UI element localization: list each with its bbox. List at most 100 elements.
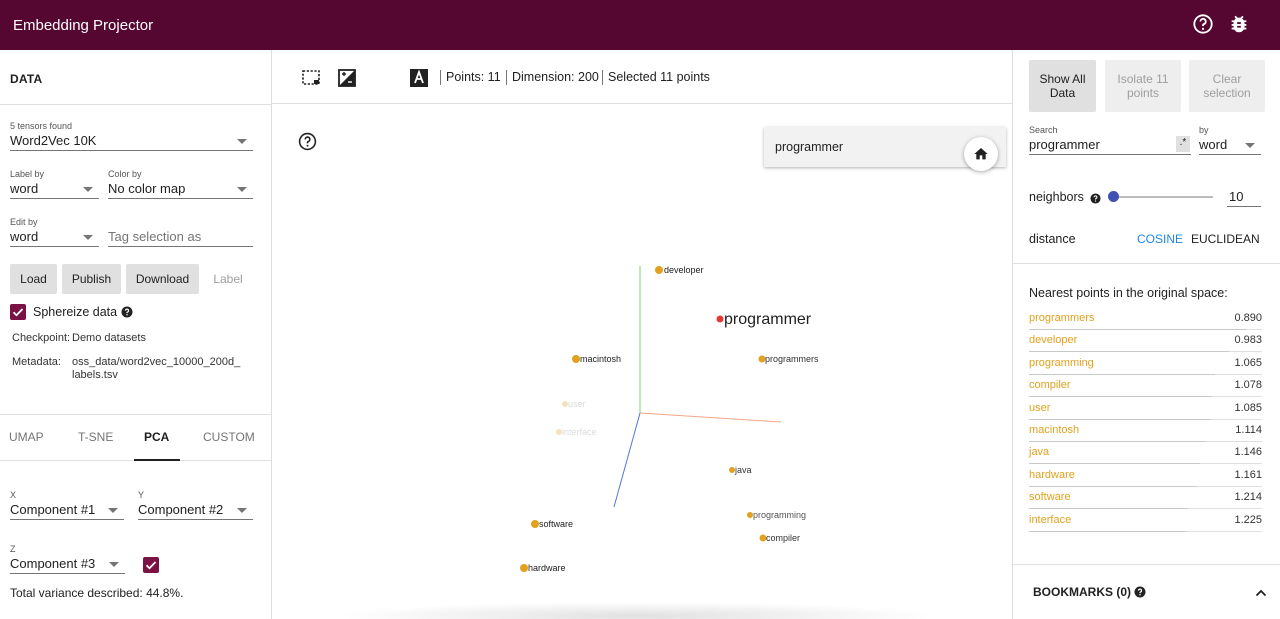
help-icon[interactable] <box>121 305 133 323</box>
show-all-data-button[interactable]: Show All Data <box>1029 60 1096 112</box>
nearest-point-word[interactable]: hardware <box>1029 469 1075 481</box>
nearest-point-row[interactable]: macintosh 1.114 <box>1029 420 1262 442</box>
regex-toggle-button[interactable]: .* <box>1176 136 1190 152</box>
night-mode-icon[interactable] <box>337 68 357 88</box>
search-input[interactable]: Search programmer .* <box>1029 125 1191 155</box>
label-by-label: Label by <box>10 169 45 179</box>
nearest-point-row[interactable]: java 1.146 <box>1029 442 1262 465</box>
color-by-select[interactable]: Color by No color map <box>108 169 253 199</box>
chevron-up-icon[interactable] <box>1255 586 1267 604</box>
point-user[interactable]: user <box>562 399 586 409</box>
variance-text: Total variance described: 44.8%. <box>10 586 184 600</box>
bug-report-icon[interactable] <box>1228 13 1250 35</box>
nearest-point-word[interactable]: user <box>1029 402 1050 414</box>
point-developer[interactable]: developer <box>655 265 704 275</box>
tab-pca[interactable]: PCA <box>144 430 169 444</box>
nearest-point-word[interactable]: macintosh <box>1029 424 1079 436</box>
load-button[interactable]: Load <box>10 264 57 294</box>
pca-x-select[interactable]: X Component #1 <box>10 490 124 520</box>
point-interface[interactable]: interface <box>556 427 597 437</box>
home-icon <box>974 148 988 160</box>
label-by-select[interactable]: Label by word <box>10 169 99 199</box>
bounding-box-select-icon[interactable] <box>301 68 321 88</box>
isolate-points-button[interactable]: Isolate 11 points <box>1105 60 1181 112</box>
pca-z-select[interactable]: Z Component #3 <box>10 544 125 574</box>
floor-shadow <box>337 602 937 619</box>
cosine-option[interactable]: COSINE <box>1137 232 1183 246</box>
edit-by-label: Edit by <box>10 217 38 227</box>
active-tab-indicator <box>134 459 180 461</box>
contrast-icon[interactable] <box>373 68 393 88</box>
nearest-point-distance: 1.114 <box>1235 424 1262 436</box>
point-compiler[interactable]: compiler <box>759 533 801 543</box>
nearest-point-row[interactable]: hardware 1.161 <box>1029 465 1262 487</box>
search-by-select[interactable]: by word <box>1199 125 1261 155</box>
reset-view-button[interactable] <box>964 137 998 171</box>
nearest-point-word[interactable]: developer <box>1029 334 1077 346</box>
label-button[interactable]: Label <box>205 264 251 294</box>
pca-z-enable-checkbox[interactable] <box>143 557 159 573</box>
color-by-value: No color map <box>108 181 186 196</box>
pca-y-select[interactable]: Y Component #2 <box>138 490 253 520</box>
nearest-point-word[interactable]: programmers <box>1029 312 1094 324</box>
sphereize-checkbox[interactable] <box>10 304 26 320</box>
nearest-point-row[interactable]: programming 1.065 <box>1029 353 1262 375</box>
labels-toggle-icon[interactable] <box>409 68 429 88</box>
euclidean-option[interactable]: EUCLIDEAN <box>1191 232 1260 246</box>
nearest-point-row[interactable]: software 1.214 <box>1029 487 1262 510</box>
point-label: software <box>539 519 573 529</box>
projector-view: Points: 11 Dimension: 200 Selected 11 po… <box>272 50 1012 619</box>
nearest-point-word[interactable]: java <box>1029 446 1049 458</box>
help-icon[interactable] <box>1192 13 1214 35</box>
nearest-point-row[interactable]: developer 0.983 <box>1029 330 1262 353</box>
data-panel: DATA 5 tensors found Word2Vec 10K Label … <box>0 50 272 619</box>
nearest-point-row[interactable]: compiler 1.078 <box>1029 375 1262 398</box>
point-label: developer <box>664 265 704 275</box>
distance-bar <box>1029 530 1186 532</box>
tab-custom[interactable]: CUSTOM <box>203 430 255 444</box>
nearest-point-word[interactable]: software <box>1029 491 1071 503</box>
tensor-select[interactable]: 5 tensors found Word2Vec 10K <box>10 121 253 151</box>
neighbors-slider-track[interactable] <box>1113 196 1213 198</box>
nearest-point-word[interactable]: interface <box>1029 514 1071 526</box>
nearest-point-row[interactable]: programmers 0.890 <box>1029 308 1262 330</box>
nearest-point-word[interactable]: compiler <box>1029 379 1071 391</box>
publish-button[interactable]: Publish <box>62 264 121 294</box>
nearest-point-word[interactable]: programming <box>1029 357 1094 369</box>
check-icon <box>145 561 157 570</box>
edit-by-select[interactable]: Edit by word <box>10 217 99 247</box>
scatter-plot-3d[interactable]: developer programmer macintosh programme… <box>272 104 1012 619</box>
nearest-point-distance: 1.146 <box>1234 446 1262 459</box>
point-software[interactable]: software <box>531 519 573 529</box>
tag-selection-input[interactable]: Tag selection as <box>108 217 253 247</box>
download-button[interactable]: Download <box>126 264 199 294</box>
point-java[interactable]: java <box>729 465 752 475</box>
neighbors-input[interactable]: 10 <box>1227 189 1261 207</box>
point-programming[interactable]: programming <box>747 510 806 520</box>
inspector-panel: Show All Data Isolate 11 points Clear se… <box>1012 50 1280 619</box>
point-label: java <box>734 465 752 475</box>
help-icon[interactable] <box>298 132 317 156</box>
help-icon[interactable] <box>1134 585 1146 603</box>
check-icon <box>12 308 24 317</box>
dropdown-arrow-icon <box>237 139 247 144</box>
point-macintosh[interactable]: macintosh <box>572 354 621 364</box>
selected-count: Selected 11 points <box>602 70 710 85</box>
nearest-point-distance: 1.214 <box>1234 491 1262 504</box>
toolbar: Points: 11 Dimension: 200 Selected 11 po… <box>272 50 1012 104</box>
point-label: user <box>568 399 586 409</box>
nearest-point-row[interactable]: user 1.085 <box>1029 398 1262 420</box>
search-by-label: by <box>1199 125 1209 135</box>
help-icon[interactable] <box>1090 191 1101 209</box>
clear-selection-button[interactable]: Clear selection <box>1189 60 1265 112</box>
tab-umap[interactable]: UMAP <box>9 430 44 444</box>
point-programmers[interactable]: programmers <box>758 354 820 364</box>
point-hardware[interactable]: hardware <box>520 563 566 573</box>
nearest-point-distance: 1.065 <box>1234 356 1262 369</box>
metadata-value-line2: labels.tsv <box>72 369 118 381</box>
neighbors-slider-handle[interactable] <box>1108 191 1119 202</box>
pca-y-label: Y <box>138 490 145 500</box>
nearest-point-row[interactable]: interface 1.225 <box>1029 510 1262 532</box>
tab-tsne[interactable]: T-SNE <box>78 430 113 444</box>
point-programmer-selected[interactable]: programmer <box>716 311 812 328</box>
